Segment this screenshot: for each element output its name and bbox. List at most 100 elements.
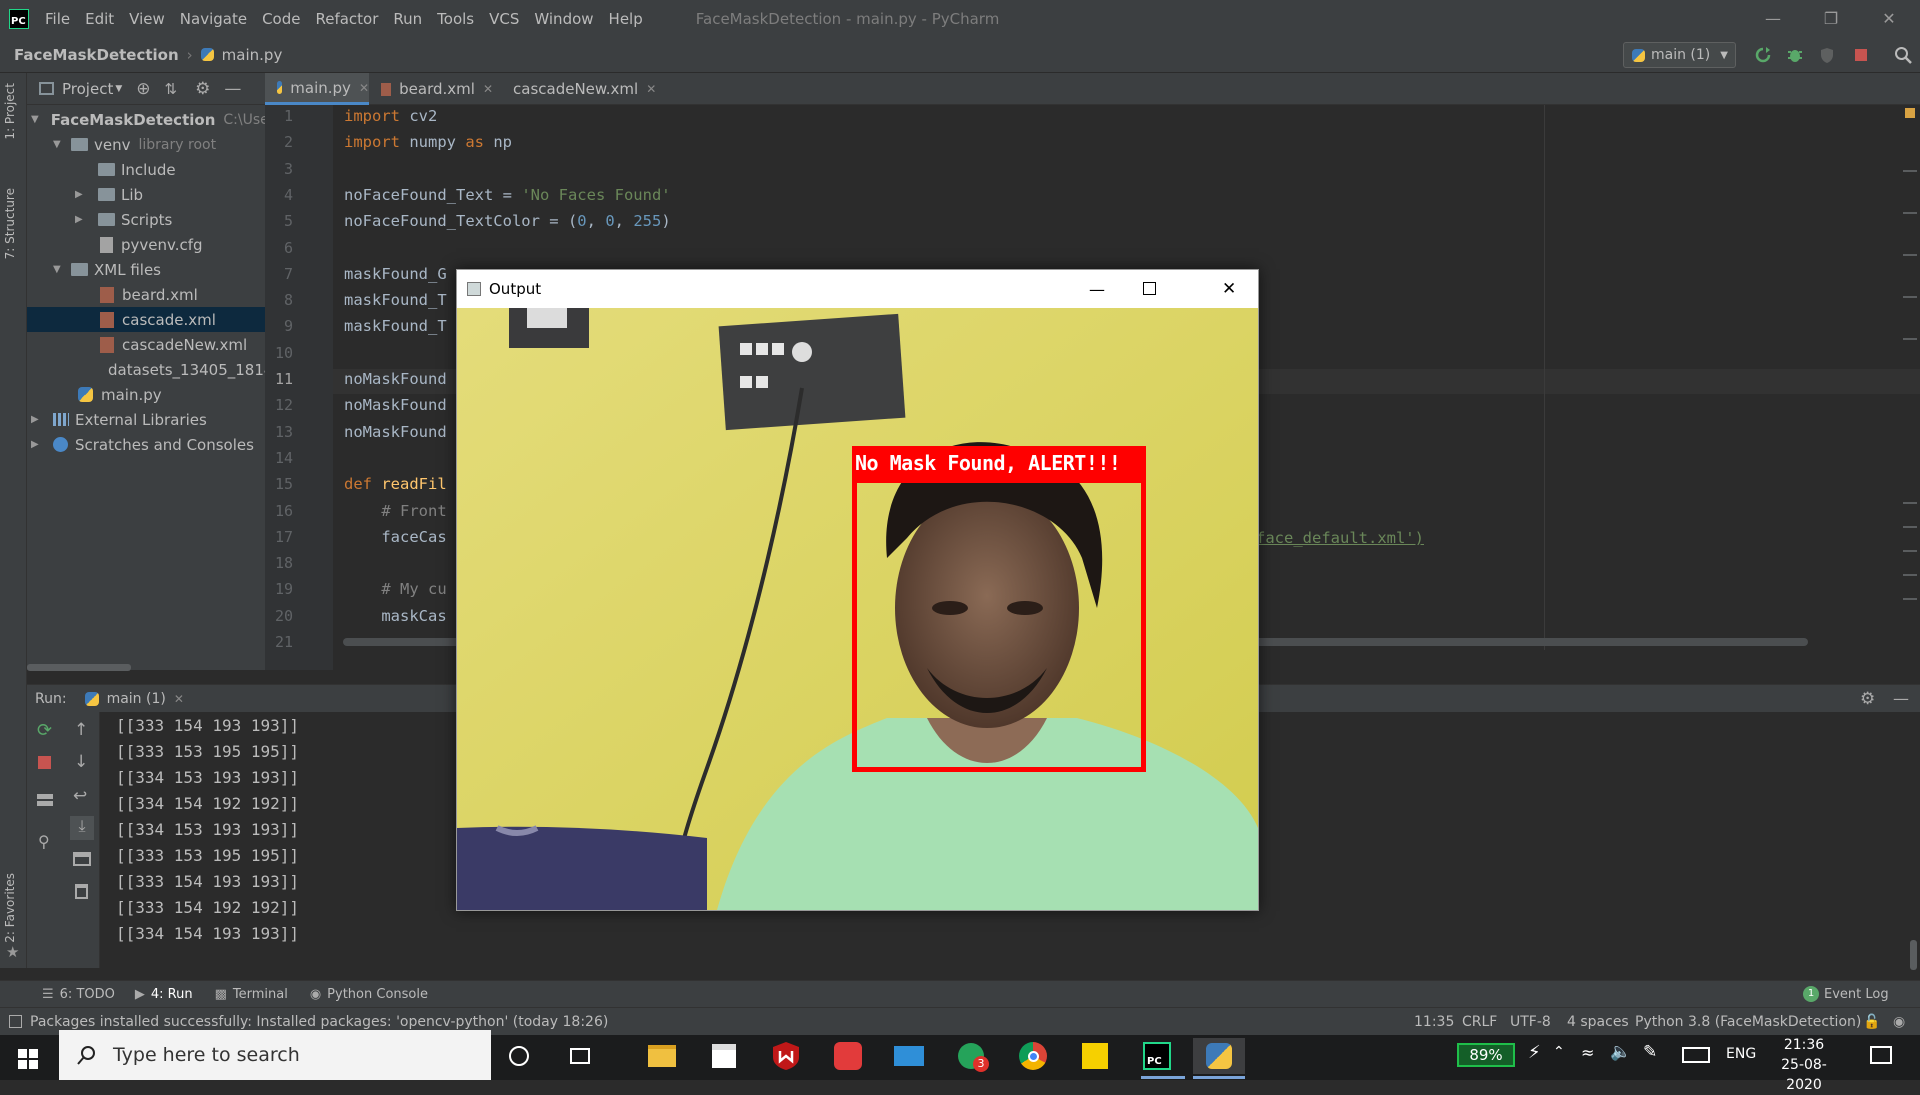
search-icon[interactable] [1894,46,1912,64]
status-panel-icon[interactable] [9,1015,22,1028]
cortana-icon[interactable] [501,1038,537,1074]
tree-item-beard-xml[interactable]: beard.xml [27,282,265,307]
chevron-right-icon[interactable]: ▶ [31,414,53,425]
tree-item-venv[interactable]: ▼ venv library root [27,132,265,157]
sticky-notes-icon[interactable] [1077,1038,1113,1074]
taskbar-search-box[interactable]: Type here to search [59,1030,491,1080]
tab-project-tool[interactable]: 1: Project [3,83,17,140]
run-tab[interactable]: main (1) ✕ [84,691,184,707]
chevron-right-icon[interactable]: ▶ [75,214,98,225]
python-taskbar-icon[interactable] [1193,1038,1245,1074]
tab-todo[interactable]: 6: TODO [60,987,115,1002]
tree-item-cascade-xml[interactable]: cascade.xml [27,307,265,332]
system-clock[interactable]: 21:36 25-08-2020 [1764,1035,1844,1095]
minimize-button[interactable]: — [1744,0,1802,37]
pycharm-taskbar-icon[interactable]: PC [1139,1038,1175,1074]
breadcrumb-project[interactable]: FaceMaskDetection [14,46,179,64]
tree-item-datasets[interactable]: datasets_13405_18147 [27,357,265,382]
stop-icon[interactable] [38,756,51,769]
tab-beard-xml[interactable]: beard.xml ✕ [369,73,493,105]
menu-run[interactable]: Run [393,10,422,28]
stop-icon[interactable] [1852,46,1870,64]
close-icon[interactable]: ✕ [174,692,184,706]
tree-item-facemaskdetection[interactable]: ▼ FaceMaskDetection C:\User [27,107,265,132]
chrome-icon[interactable] [1015,1038,1051,1074]
arrow-down-icon[interactable]: ↓ [74,752,88,772]
restore-button[interactable]: ❐ [1802,0,1860,37]
menu-view[interactable]: View [129,10,165,28]
output-window-titlebar[interactable]: Output — ✕ [457,270,1258,308]
tab-run[interactable]: 4: Run [151,987,193,1002]
debug-icon[interactable] [1786,46,1804,64]
python-interpreter[interactable]: Python 3.8 (FaceMaskDetection) [1635,1014,1861,1030]
coverage-icon[interactable] [1818,46,1836,64]
mcafee-icon[interactable] [768,1038,804,1074]
volume-icon[interactable]: 🔈 [1610,1042,1631,1062]
tree-item-main-py[interactable]: main.py [27,382,265,407]
menu-code[interactable]: Code [262,10,300,28]
menu-window[interactable]: Window [534,10,593,28]
print-icon[interactable] [73,852,91,866]
output-window[interactable]: Output — ✕ No Mask Found, ALERT!!! [456,269,1259,911]
close-button[interactable]: ✕ [1860,0,1918,37]
notifications-icon[interactable] [1870,1046,1892,1064]
hide-panel-icon[interactable]: — [224,79,241,99]
breadcrumb-file[interactable]: main.py [222,46,283,64]
status-message[interactable]: Packages installed successfully: Install… [30,1014,608,1030]
run-configuration-dropdown[interactable]: main (1) ▼ [1623,42,1736,68]
tab-terminal[interactable]: Terminal [233,987,288,1002]
tab-favorites-tool[interactable]: 2: Favorites [3,873,17,943]
menu-refactor[interactable]: Refactor [315,10,378,28]
close-icon[interactable]: ✕ [483,82,493,96]
keyboard-icon[interactable] [1682,1047,1710,1063]
tab-structure-tool[interactable]: 7: Structure [3,188,17,259]
pen-icon[interactable]: ✎ [1643,1042,1657,1062]
pin-icon[interactable]: ⚲ [38,832,50,851]
arrow-up-icon[interactable]: ↑ [74,720,88,740]
tree-item-include[interactable]: Include [27,157,265,182]
chevron-down-icon[interactable]: ▼ [53,264,65,275]
collapse-all-icon[interactable]: ⇅ [165,80,178,98]
close-button[interactable]: ✕ [1222,279,1236,299]
menu-vcs[interactable]: VCS [489,10,519,28]
trash-icon[interactable] [75,884,88,899]
tree-item-scripts[interactable]: ▶ Scripts [27,207,265,232]
rerun-icon[interactable]: ⟳ [37,720,52,741]
wifi-icon[interactable]: ≈ [1581,1043,1594,1062]
inspector-icon[interactable]: ◉ [1893,1014,1905,1030]
menu-file[interactable]: File [45,10,70,28]
gear-icon[interactable]: ⚙ [195,79,210,99]
tree-item-external-libraries[interactable]: ▶ External Libraries [27,407,265,432]
line-separator[interactable]: CRLF [1462,1014,1497,1030]
maximize-button[interactable] [1143,282,1156,295]
tab-python-console[interactable]: Python Console [327,987,428,1002]
chevron-down-icon[interactable]: ▼ [31,114,39,125]
lock-icon[interactable]: 🔓 [1863,1014,1880,1030]
project-panel-scrollbar[interactable] [27,664,131,671]
whatsapp-icon[interactable]: 3 [953,1038,989,1074]
tree-item-pyvenv-cfg[interactable]: pyvenv.cfg [27,232,265,257]
battery-indicator[interactable]: 89% [1457,1043,1515,1067]
close-icon[interactable]: ✕ [359,81,369,95]
tab-main-py[interactable]: main.py ✕ [265,73,369,105]
rerun-icon[interactable] [1754,46,1772,64]
media-app-icon[interactable] [830,1038,866,1074]
language-indicator[interactable]: ENG [1726,1046,1756,1062]
tree-item-lib[interactable]: ▶ Lib [27,182,265,207]
menu-tools[interactable]: Tools [437,10,474,28]
soft-wrap-icon[interactable]: ↩ [73,786,87,806]
tree-item-xml-files[interactable]: ▼ XML files [27,257,265,282]
scroll-to-end-icon[interactable]: ⤓ [70,816,94,840]
hide-panel-icon[interactable]: — [1893,689,1909,708]
file-encoding[interactable]: UTF-8 [1510,1014,1551,1030]
chevron-down-icon[interactable]: ▼ [53,139,65,150]
caret-position[interactable]: 11:35 [1414,1014,1454,1030]
menu-help[interactable]: Help [609,10,643,28]
close-icon[interactable]: ✕ [646,82,656,96]
tree-item-cascadenew-xml[interactable]: cascadeNew.xml [27,332,265,357]
tree-item-scratches[interactable]: ▶ Scratches and Consoles [27,432,265,457]
menu-navigate[interactable]: Navigate [180,10,247,28]
layout-icon[interactable] [37,794,53,806]
event-log-button[interactable]: Event Log [1824,987,1889,1002]
warning-marker-icon[interactable] [1905,108,1915,118]
